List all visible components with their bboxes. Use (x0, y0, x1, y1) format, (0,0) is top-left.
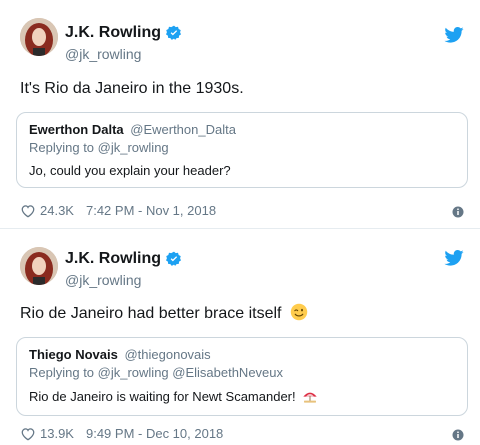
author-name-text[interactable]: J.K. Rowling (65, 250, 161, 268)
quoted-text-content: Rio de Janeiro is waiting for Newt Scama… (29, 389, 296, 404)
author-handle[interactable]: @jk_rowling (65, 272, 141, 288)
author-handle[interactable]: @jk_rowling (65, 46, 141, 62)
like-count[interactable]: 13.9K (40, 426, 74, 441)
twitter-bird-icon[interactable] (444, 27, 464, 43)
like-count[interactable]: 24.3K (40, 203, 74, 218)
tweet-text-content: Rio de Janeiro had better brace itself (20, 305, 282, 322)
tweet-meta: 24.3K 7:42 PM - Nov 1, 2018 (20, 203, 216, 218)
avatar[interactable] (20, 18, 58, 56)
tweet-meta: 13.9K 9:49 PM - Dec 10, 2018 (20, 426, 223, 441)
tweet-text: It's Rio da Janeiro in the 1930s. (20, 80, 244, 97)
quoted-text: Jo, could you explain your header? (29, 163, 231, 178)
avatar[interactable] (20, 247, 58, 285)
timestamp[interactable]: 9:49 PM - Dec 10, 2018 (86, 426, 223, 441)
verified-badge-icon (166, 251, 181, 266)
quoted-author: Ewerthon Dalta @Ewerthon_Dalta (29, 122, 236, 137)
info-icon[interactable] (452, 206, 464, 218)
beach-umbrella-icon (303, 392, 317, 403)
quoted-tweet[interactable]: Ewerthon Dalta @Ewerthon_Dalta Replying … (16, 112, 468, 188)
timestamp[interactable]: 7:42 PM - Nov 1, 2018 (86, 203, 216, 218)
info-icon[interactable] (452, 429, 464, 441)
tweet-card: J.K. Rowling @jk_rowling Rio de Janeiro … (0, 230, 480, 445)
author-name[interactable]: J.K. Rowling (65, 250, 182, 268)
quoted-author: Thiego Novais @thiegonovais (29, 347, 211, 362)
quoted-author-name: Ewerthon Dalta (29, 122, 124, 137)
divider (0, 228, 480, 229)
heart-icon[interactable] (20, 427, 36, 441)
tweet-card: J.K. Rowling @jk_rowling It's Rio da Jan… (0, 0, 480, 228)
verified-badge-icon (166, 25, 181, 40)
quoted-text: Rio de Janeiro is waiting for Newt Scama… (29, 388, 318, 404)
quoted-author-handle: @thiegonovais (124, 347, 211, 362)
author-name-text[interactable]: J.K. Rowling (65, 24, 161, 42)
quoted-author-handle: @Ewerthon_Dalta (130, 122, 236, 137)
quoted-author-name: Thiego Novais (29, 347, 118, 362)
author-name[interactable]: J.K. Rowling (65, 24, 182, 42)
winking-face-icon (290, 303, 308, 321)
replying-to: Replying to @jk_rowling @ElisabethNeveux (29, 365, 284, 380)
twitter-bird-icon[interactable] (444, 250, 464, 266)
quoted-tweet[interactable]: Thiego Novais @thiegonovais Replying to … (16, 337, 468, 416)
replying-to: Replying to @jk_rowling (29, 140, 169, 155)
heart-icon[interactable] (20, 204, 36, 218)
tweet-text: Rio de Janeiro had better brace itself (20, 303, 308, 323)
